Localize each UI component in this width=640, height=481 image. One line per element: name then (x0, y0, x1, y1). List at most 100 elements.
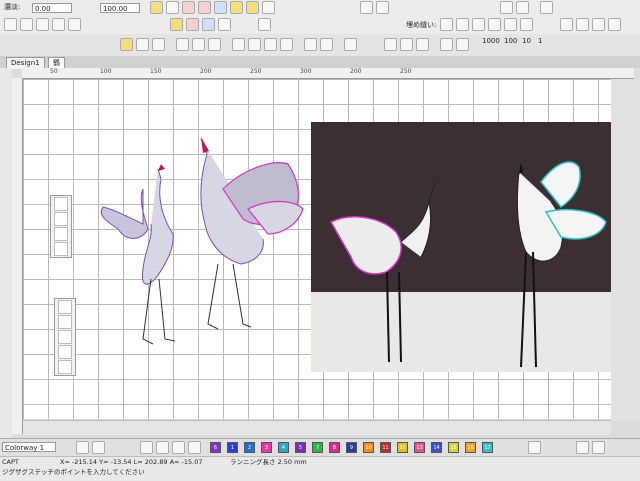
fill-pattern8-icon[interactable] (576, 18, 589, 31)
fill-pattern7-icon[interactable] (560, 18, 573, 31)
rotate-icon[interactable] (258, 18, 271, 31)
ruler-tick: 50 (50, 68, 58, 75)
stitch-type3-icon[interactable] (54, 242, 68, 256)
reference-photo[interactable] (311, 122, 611, 372)
brush2-icon[interactable] (58, 360, 72, 374)
colorwheel-icon[interactable] (528, 441, 541, 454)
stitch-yellow2-icon[interactable] (246, 1, 259, 14)
color-swatch[interactable]: 3 (261, 442, 272, 453)
count-100[interactable]: 100 (504, 36, 517, 46)
design-blue-icon[interactable] (202, 18, 215, 31)
design-gray-icon[interactable] (218, 18, 231, 31)
motif-icon[interactable] (500, 1, 513, 14)
stitch3-tool-icon[interactable] (440, 38, 453, 51)
ring-icon[interactable] (376, 1, 389, 14)
wave2-icon[interactable] (20, 18, 33, 31)
stitch-type-toolbox (50, 195, 72, 258)
thread-icon[interactable] (360, 1, 373, 14)
curve-icon[interactable] (166, 1, 179, 14)
fill-pattern4-icon[interactable] (488, 18, 501, 31)
stitch4-tool-icon[interactable] (456, 38, 469, 51)
color-swatch[interactable]: 17 (482, 442, 493, 453)
remove-color-icon[interactable] (188, 441, 201, 454)
colorway-select[interactable]: Colorway 1 (2, 442, 56, 452)
color-swatch[interactable]: 15 (448, 442, 459, 453)
wave5-icon[interactable] (68, 18, 81, 31)
circle-icon[interactable] (576, 441, 589, 454)
color-swatch[interactable]: 16 (465, 442, 476, 453)
wave3-icon[interactable] (36, 18, 49, 31)
add-color-icon[interactable] (172, 441, 185, 454)
fill-pattern3-icon[interactable] (472, 18, 485, 31)
design-yellow-icon[interactable] (170, 18, 183, 31)
palette-icon[interactable] (76, 441, 89, 454)
box-tool-icon[interactable] (344, 38, 357, 51)
paint-bucket-icon[interactable] (156, 441, 169, 454)
wave4-icon[interactable] (52, 18, 65, 31)
square-icon[interactable] (540, 1, 553, 14)
stitch-type1-icon[interactable] (54, 212, 68, 226)
count-1[interactable]: 1 (538, 36, 542, 46)
wave-icon[interactable] (4, 18, 17, 31)
edit-tool-icon[interactable] (232, 38, 245, 51)
color-swatch[interactable]: 1 (227, 442, 238, 453)
vertical-scrollbar[interactable] (611, 79, 640, 420)
node-tool-icon[interactable] (320, 38, 333, 51)
fill-pattern6-icon[interactable] (520, 18, 533, 31)
fill-pattern2-icon[interactable] (456, 18, 469, 31)
color-swatch[interactable]: 8 (329, 442, 340, 453)
fill-tool-icon[interactable] (384, 38, 397, 51)
color-swatch[interactable]: 4 (278, 442, 289, 453)
horizontal-scrollbar[interactable] (23, 420, 611, 435)
color-swatch[interactable]: 13 (414, 442, 425, 453)
fill-pattern5-icon[interactable] (504, 18, 517, 31)
stitch-yellow-icon[interactable] (230, 1, 243, 14)
stitch-red-icon[interactable] (182, 1, 195, 14)
color-swatch[interactable]: 2 (244, 442, 255, 453)
shape2-tool-icon[interactable] (208, 38, 221, 51)
color-swatch[interactable]: 5 (295, 442, 306, 453)
color-swatch[interactable]: 11 (380, 442, 391, 453)
stitch-blue-icon[interactable] (214, 1, 227, 14)
toolbar-row-1: 濃淡: 0.00 100.00 (0, 0, 640, 17)
globe-icon[interactable] (592, 441, 605, 454)
fill-pattern10-icon[interactable] (608, 18, 621, 31)
color-swatch[interactable]: 9 (346, 442, 357, 453)
flower-tool-icon[interactable] (248, 38, 261, 51)
line-icon[interactable] (58, 330, 72, 344)
count-10[interactable]: 10 (522, 36, 531, 46)
select-tool-icon[interactable] (120, 38, 133, 51)
thread-spool-icon[interactable] (92, 441, 105, 454)
color-swatch[interactable]: 12 (397, 442, 408, 453)
ellipse-tool-icon[interactable] (152, 38, 165, 51)
brush-icon[interactable] (58, 345, 72, 359)
pattern-icon[interactable] (150, 1, 163, 14)
pencil-icon[interactable] (58, 315, 72, 329)
gear-tool-icon[interactable] (264, 38, 277, 51)
fill-pattern1-icon[interactable] (440, 18, 453, 31)
polygon-tool-icon[interactable] (176, 38, 189, 51)
eyedropper-icon[interactable] (140, 441, 153, 454)
stitch-type2-icon[interactable] (54, 227, 68, 241)
design-red-icon[interactable] (186, 18, 199, 31)
color-swatch[interactable]: 14 (431, 442, 442, 453)
arc-tool-icon[interactable] (136, 38, 149, 51)
color-swatch[interactable]: 6 (210, 442, 221, 453)
gear2-tool-icon[interactable] (280, 38, 293, 51)
stitch-red2-icon[interactable] (198, 1, 211, 14)
shape-tool-icon[interactable] (192, 38, 205, 51)
color-swatch[interactable]: 10 (363, 442, 374, 453)
close-icon[interactable] (58, 300, 72, 314)
stitch-tool-icon[interactable] (400, 38, 413, 51)
stitch-gray-icon[interactable] (262, 1, 275, 14)
fill-pattern9-icon[interactable] (592, 18, 605, 31)
zigzag-icon[interactable] (516, 1, 529, 14)
arrow-tool-icon[interactable] (304, 38, 317, 51)
color-swatch[interactable]: 7 (312, 442, 323, 453)
scale-input[interactable]: 100.00 (100, 3, 140, 13)
stitch2-tool-icon[interactable] (416, 38, 429, 51)
close-icon[interactable] (54, 197, 68, 211)
count-1000[interactable]: 1000 (482, 36, 500, 46)
design-canvas[interactable] (23, 79, 611, 419)
density-input[interactable]: 0.00 (32, 3, 72, 13)
